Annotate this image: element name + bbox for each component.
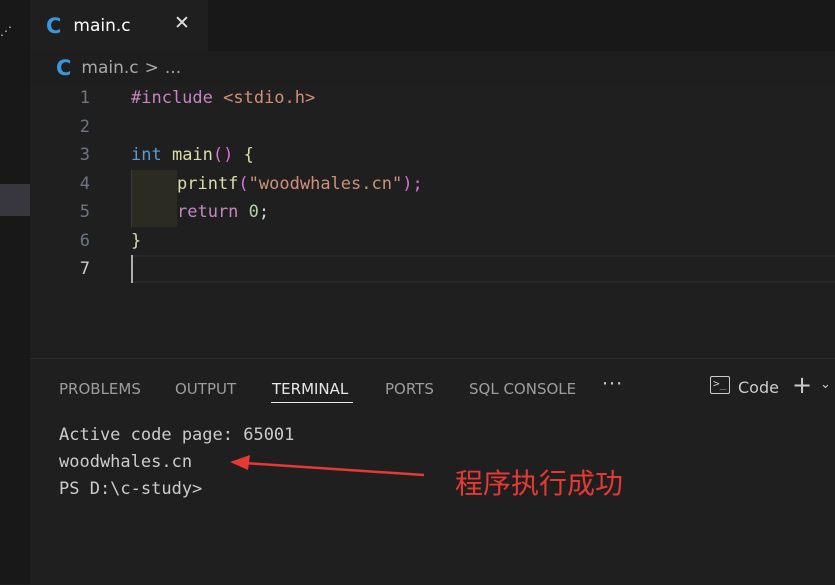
- annotation-text: 程序执行成功: [455, 467, 624, 500]
- annotation-arrow: [230, 455, 425, 477]
